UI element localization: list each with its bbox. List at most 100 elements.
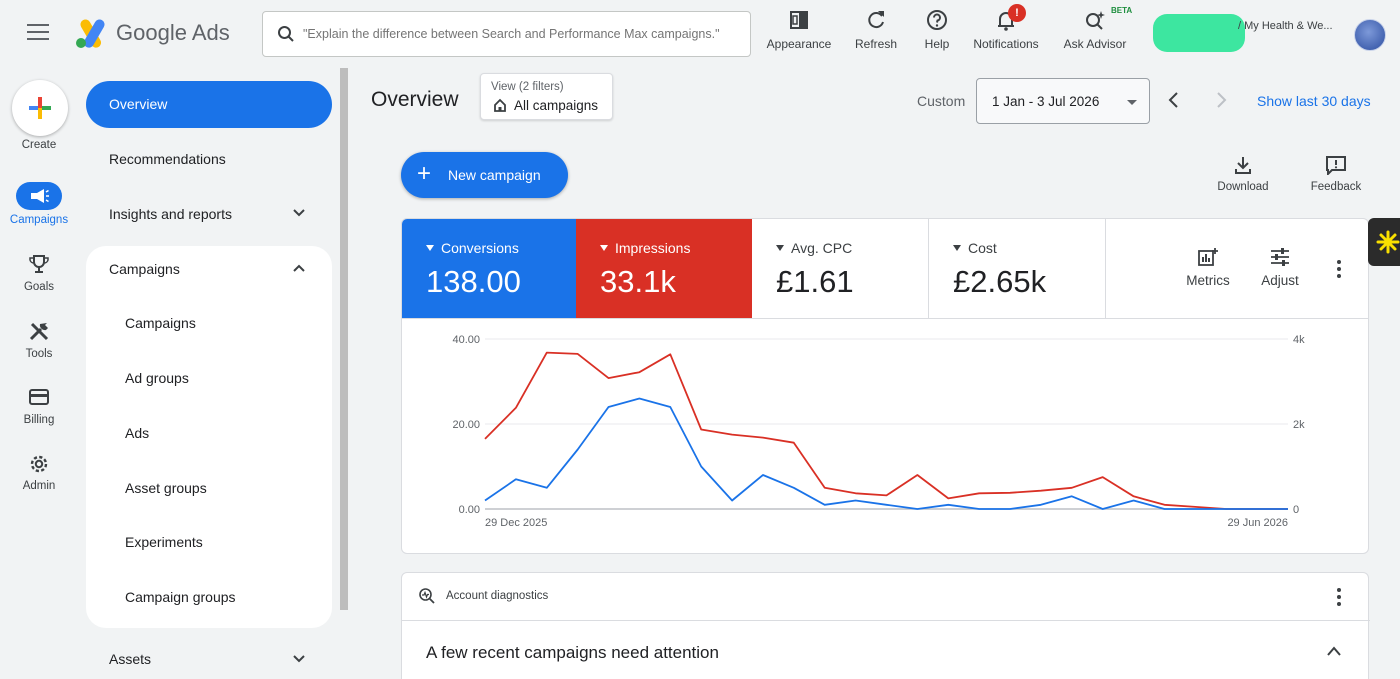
metric-value: £2.65k bbox=[953, 264, 1047, 299]
refresh-icon bbox=[868, 11, 884, 29]
caret-down-icon bbox=[1127, 100, 1137, 105]
chevron-down-icon[interactable] bbox=[292, 654, 306, 664]
chevron-up-icon[interactable] bbox=[292, 263, 306, 273]
refresh-button[interactable]: Refresh bbox=[852, 8, 900, 51]
series-line-conversions bbox=[484, 397, 1288, 510]
appearance-label: Appearance bbox=[766, 37, 832, 51]
plus-icon: + bbox=[417, 160, 432, 187]
brand-name: Google Ads bbox=[116, 20, 230, 45]
metric-value: 138.00 bbox=[426, 264, 521, 299]
adjust-button[interactable]: Adjust bbox=[1255, 247, 1305, 288]
new-campaign-button[interactable]: + New campaign bbox=[401, 152, 568, 198]
nav-recommendations[interactable]: Recommendations bbox=[109, 151, 226, 167]
download-label: Download bbox=[1217, 181, 1269, 193]
metric-label: Cost bbox=[968, 240, 997, 256]
admin-label[interactable]: Admin bbox=[0, 480, 78, 492]
tune-icon bbox=[1271, 248, 1289, 266]
x-axis-end-label: 29 Jun 2026 bbox=[1227, 517, 1288, 529]
more-vert-icon[interactable] bbox=[1337, 260, 1341, 281]
top-bar: Google Ads Appearance Refresh Help Notif… bbox=[0, 0, 1400, 68]
nav-campaigns-group[interactable]: Campaigns bbox=[109, 261, 180, 277]
campaigns-rail-pill[interactable] bbox=[16, 182, 62, 210]
gear-icon[interactable] bbox=[28, 453, 50, 475]
download-icon bbox=[1235, 157, 1251, 174]
metric-conversions[interactable]: Conversions 138.00 bbox=[402, 219, 576, 319]
goals-label[interactable]: Goals bbox=[0, 281, 78, 293]
metric-value: £1.61 bbox=[776, 264, 854, 299]
series-line-impressions bbox=[484, 351, 1288, 510]
filter-count-label: View (2 filters) bbox=[491, 81, 564, 93]
metric-label: Impressions bbox=[615, 240, 691, 256]
right-axis-tick-label: 0 bbox=[1293, 504, 1299, 516]
create-button[interactable] bbox=[12, 80, 68, 136]
performance-line-chart: 0.00 20.00 40.00 0 2k 4k 29 Dec 2025 29 Jun 202… bbox=[452, 334, 1305, 529]
create-label: Create bbox=[21, 139, 57, 151]
avatar[interactable] bbox=[1354, 19, 1386, 51]
search-icon bbox=[278, 26, 294, 42]
account-name[interactable]: / My Health & We... bbox=[1238, 20, 1333, 32]
feedback-button[interactable]: Feedback bbox=[1307, 155, 1365, 193]
diagnostics-search-icon bbox=[419, 588, 435, 604]
nav-sub-asset-groups[interactable]: Asset groups bbox=[125, 480, 207, 496]
chevron-up-icon[interactable] bbox=[1326, 645, 1342, 657]
more-vert-icon[interactable] bbox=[1337, 588, 1341, 609]
tools-icon[interactable] bbox=[28, 320, 50, 342]
performance-chart-card: Conversions 138.00 Impressions 33.1k Avg… bbox=[401, 218, 1369, 554]
nav-sub-campaign-groups[interactable]: Campaign groups bbox=[125, 589, 236, 605]
nav-sub-ad-groups[interactable]: Ad groups bbox=[125, 370, 189, 386]
menu-icon[interactable] bbox=[27, 24, 49, 44]
side-widget[interactable] bbox=[1368, 218, 1400, 266]
metric-label: Conversions bbox=[441, 240, 519, 256]
feedback-label: Feedback bbox=[1310, 181, 1362, 193]
nav-overview[interactable]: Overview bbox=[86, 81, 332, 128]
nav-sub-ads[interactable]: Ads bbox=[125, 425, 149, 441]
nav-scrollbar[interactable] bbox=[340, 68, 348, 610]
help-icon bbox=[927, 10, 947, 30]
divider bbox=[402, 620, 1370, 621]
help-label: Help bbox=[924, 37, 950, 51]
help-button[interactable]: Help bbox=[920, 8, 954, 51]
campaigns-rail-label[interactable]: Campaigns bbox=[0, 214, 78, 226]
right-axis-tick-label: 4k bbox=[1293, 334, 1305, 346]
account-diagnostics-card: Account diagnostics A few recent campaig… bbox=[401, 572, 1370, 679]
notifications-button[interactable]: Notifications bbox=[969, 8, 1043, 51]
sparkle-icon bbox=[1376, 230, 1400, 254]
tools-label[interactable]: Tools bbox=[0, 348, 78, 360]
notification-badge: ! bbox=[1008, 4, 1026, 22]
credit-card-icon[interactable] bbox=[28, 387, 50, 407]
nav-insights-reports[interactable]: Insights and reports bbox=[109, 206, 232, 222]
x-axis-start-label: 29 Dec 2025 bbox=[485, 517, 547, 529]
nav-assets[interactable]: Assets bbox=[109, 651, 151, 667]
search-input[interactable] bbox=[303, 22, 743, 46]
metric-avg-cpc[interactable]: Avg. CPC £1.61 bbox=[752, 219, 929, 319]
trophy-icon[interactable] bbox=[28, 253, 50, 275]
diagnostics-heading: Account diagnostics bbox=[446, 590, 549, 602]
show-last-30-days-link[interactable]: Show last 30 days bbox=[1257, 93, 1371, 109]
dropdown-triangle-icon bbox=[953, 245, 961, 251]
chevron-down-icon[interactable] bbox=[292, 208, 306, 218]
nav-sub-campaigns[interactable]: Campaigns bbox=[125, 315, 196, 331]
home-icon bbox=[494, 98, 506, 112]
metrics-button[interactable]: Metrics bbox=[1183, 247, 1233, 288]
advisor-sparkle-search-icon bbox=[1086, 11, 1105, 30]
search-box[interactable] bbox=[262, 11, 751, 57]
date-range-type: Custom bbox=[917, 93, 966, 109]
filter-scope-label: All campaigns bbox=[514, 98, 599, 113]
nav-overview-label: Overview bbox=[109, 96, 168, 112]
nav-sub-experiments[interactable]: Experiments bbox=[125, 534, 203, 550]
date-range-picker[interactable]: 1 Jan - 3 Jul 2026 bbox=[976, 78, 1150, 124]
chevron-left-icon[interactable] bbox=[1167, 90, 1181, 110]
metric-value: 33.1k bbox=[600, 264, 676, 299]
view-filter-chip[interactable]: View (2 filters) All campaigns bbox=[480, 73, 613, 120]
download-button[interactable]: Download bbox=[1214, 155, 1272, 193]
metric-impressions[interactable]: Impressions 33.1k bbox=[576, 219, 752, 319]
refresh-label: Refresh bbox=[854, 37, 898, 51]
billing-label[interactable]: Billing bbox=[0, 414, 78, 426]
metric-cost[interactable]: Cost £2.65k bbox=[929, 219, 1106, 319]
date-range-value: 1 Jan - 3 Jul 2026 bbox=[992, 94, 1100, 109]
dropdown-triangle-icon bbox=[776, 245, 784, 251]
dropdown-triangle-icon bbox=[600, 245, 608, 251]
chevron-right-icon[interactable] bbox=[1214, 90, 1228, 110]
metrics-label: Metrics bbox=[1186, 273, 1230, 288]
appearance-button[interactable]: Appearance bbox=[766, 8, 832, 51]
